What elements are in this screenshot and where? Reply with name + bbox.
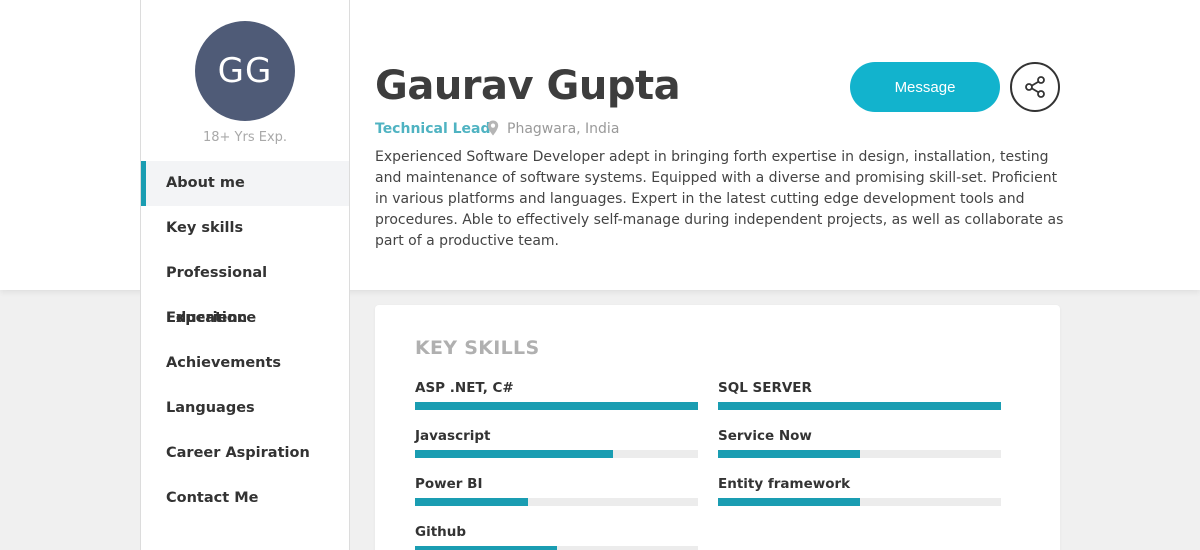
skill-bar — [415, 450, 698, 458]
skill-bar — [718, 402, 1001, 410]
share-button[interactable] — [1010, 62, 1060, 112]
skill-item: Service Now — [718, 427, 1001, 458]
skill-name: Service Now — [718, 428, 812, 444]
sidebar: GG 18+ Yrs Exp. About me Key skills Prof… — [140, 0, 350, 550]
skill-name: ASP .NET, C# — [415, 380, 514, 396]
skill-bar-fill — [415, 402, 698, 410]
skill-bar-fill — [718, 498, 860, 506]
sidebar-item-career-aspiration[interactable]: Career Aspiration — [141, 431, 349, 476]
key-skills-card: KEY SKILLS ASP .NET, C# SQL SERVER Javas… — [375, 305, 1060, 550]
profile-role: Technical Lead — [375, 121, 491, 137]
skill-bar — [415, 546, 698, 550]
skill-name: Github — [415, 524, 467, 540]
skill-bar-fill — [415, 498, 529, 506]
share-icon — [1023, 75, 1047, 99]
skill-item: Power BI — [415, 475, 698, 506]
skill-bar — [415, 498, 698, 506]
avatar: GG — [195, 21, 295, 121]
sidebar-item-professional-experience[interactable]: Professional Experience — [141, 251, 349, 326]
experience-label: 18+ Yrs Exp. — [202, 130, 288, 145]
skill-bar-fill — [415, 546, 557, 550]
sidebar-item-languages[interactable]: Languages — [141, 386, 349, 431]
skill-bar-fill — [718, 450, 860, 458]
skill-bar-fill — [415, 450, 614, 458]
sidebar-item-achievements[interactable]: Achievements — [141, 341, 349, 386]
skill-item: Github — [415, 523, 698, 550]
skill-name: Entity framework — [718, 476, 851, 492]
profile-location: Phagwara, India — [507, 121, 620, 137]
skill-bar — [415, 402, 698, 410]
skill-name: Javascript — [415, 428, 491, 444]
map-pin-icon — [486, 120, 500, 136]
skill-item: SQL SERVER — [718, 379, 1001, 410]
skill-item: Entity framework — [718, 475, 1001, 506]
skill-name: SQL SERVER — [718, 380, 812, 396]
sidebar-item-about-me[interactable]: About me — [141, 161, 349, 206]
sidebar-item-contact-me[interactable]: Contact Me — [141, 476, 349, 521]
key-skills-title: KEY SKILLS — [415, 337, 540, 359]
profile-name: Gaurav Gupta — [375, 63, 681, 109]
skill-bar — [718, 450, 1001, 458]
skill-bar-fill — [718, 402, 1001, 410]
skill-item: Javascript — [415, 427, 698, 458]
sidebar-item-education[interactable]: Education — [141, 296, 349, 341]
sidebar-item-key-skills[interactable]: Key skills — [141, 206, 349, 251]
sidebar-nav: About me Key skills Professional Experie… — [141, 161, 349, 521]
profile-about: Experienced Software Developer adept in … — [375, 149, 1064, 249]
skill-bar — [718, 498, 1001, 506]
message-button[interactable]: Message — [850, 62, 1000, 112]
skill-item: ASP .NET, C# — [415, 379, 698, 410]
skill-name: Power BI — [415, 476, 483, 492]
